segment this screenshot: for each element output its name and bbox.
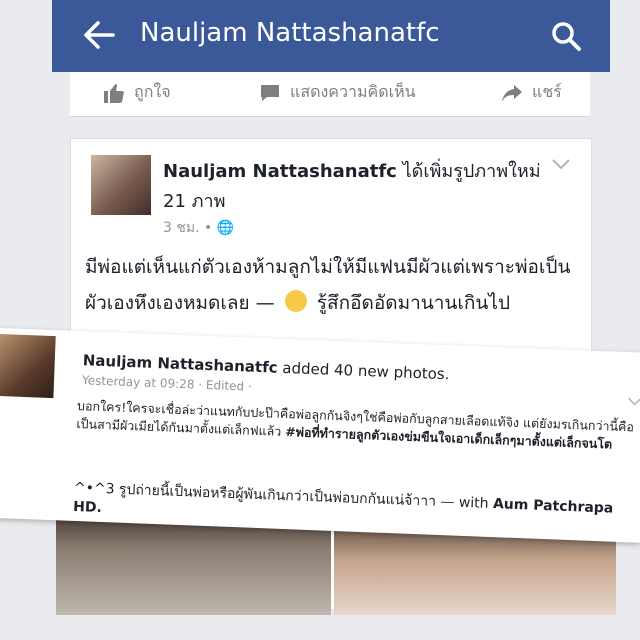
avatar[interactable]	[91, 155, 151, 215]
post-author[interactable]: Nauljam Nattashanatfc	[163, 161, 397, 182]
post-actions-bar: ถูกใจ แสดงความคิดเห็น แชร์	[70, 72, 590, 117]
chevron-down-icon	[628, 397, 640, 406]
like-label: ถูกใจ	[134, 82, 171, 101]
thumbs-up-icon	[104, 83, 124, 103]
feeling-emoji-icon	[284, 290, 307, 312]
overlay-post-screenshot: Nauljam Nattashanatfc added 40 new photo…	[0, 328, 640, 543]
app-bar: Nauljam Nattashanatfc	[52, 0, 610, 72]
comment-button[interactable]: แสดงความคิดเห็น	[258, 80, 416, 105]
chevron-down-icon[interactable]	[551, 157, 571, 171]
overlay-action-text: added 40 new photos.	[281, 358, 450, 384]
avatar	[0, 333, 56, 399]
globe-icon: 🌐	[216, 220, 235, 236]
post-header: Nauljam Nattashanatfc ได้เพิ่มรูปภาพใหม่…	[163, 157, 543, 217]
post-meta: 3 ชม. • 🌐	[163, 217, 234, 239]
like-button[interactable]: ถูกใจ	[102, 80, 171, 105]
overlay-author: Nauljam Nattashanatfc	[82, 351, 278, 377]
overlay-meta: Yesterday at 09:28 · Edited ·	[81, 373, 253, 394]
overlay-body: บอกใคร!ใครจะเชื่อล่ะว่าแนทกับปะป๊าคือพ่อ…	[76, 397, 637, 454]
search-icon[interactable]	[550, 20, 582, 52]
overlay-hd: HD.	[72, 498, 103, 517]
share-icon	[502, 84, 522, 102]
share-button[interactable]: แชร์	[500, 80, 562, 105]
page-title: Nauljam Nattashanatfc	[140, 18, 440, 48]
arrow-left-icon[interactable]	[82, 20, 116, 50]
post-feeling: รู้สึกอึดอัดมานานเกินไป	[316, 292, 511, 314]
post-text: มีพ่อแต่เห็นแก่ตัวเองห้ามลูกไม่ให้มีแฟนม…	[85, 249, 585, 321]
comment-icon	[261, 84, 279, 101]
overlay-tagged-user: Aum Patchrapa	[492, 496, 614, 517]
overlay-text-line2: ^•^3 รูปถ่ายนี้เป็นพ่อหรือผู้พันเกินกว่า…	[73, 479, 489, 512]
comment-label: แสดงความคิดเห็น	[290, 82, 416, 101]
share-label: แชร์	[532, 82, 562, 101]
post-time[interactable]: 3 ชม. •	[163, 220, 212, 236]
